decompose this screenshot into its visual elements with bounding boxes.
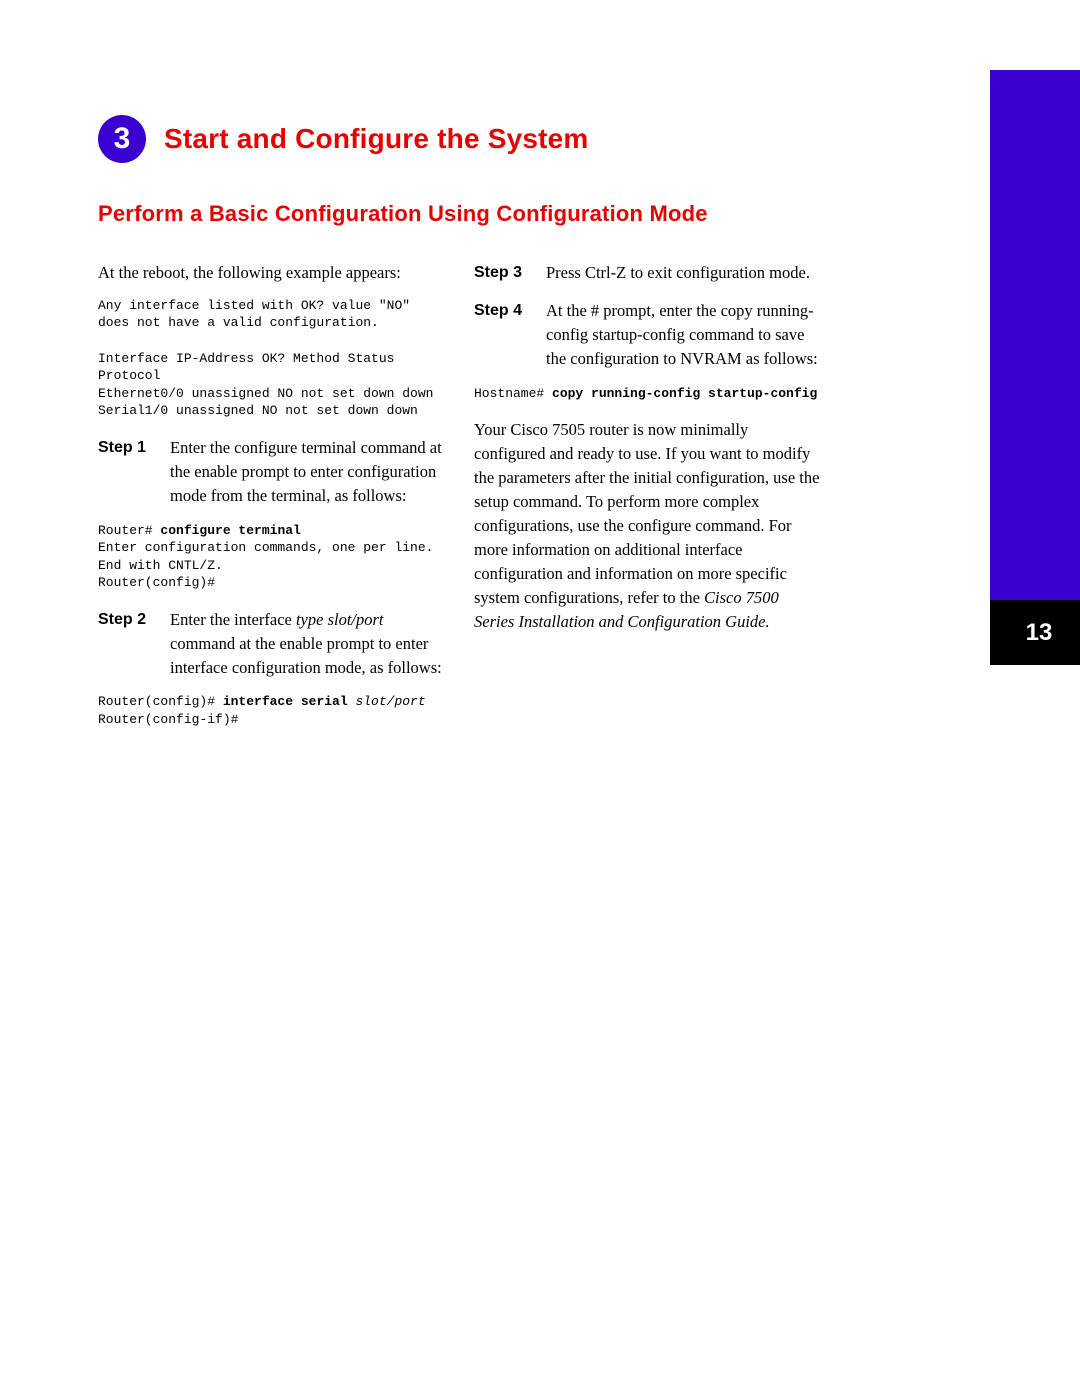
step-3: Step 3 Press Ctrl-Z to exit configuratio…	[474, 261, 820, 285]
chapter-number-badge: 3	[98, 115, 146, 163]
step-body: Enter the interface type slot/port comma…	[170, 608, 444, 680]
step-body: At the # prompt, enter the copy running-…	[546, 299, 820, 371]
step-body: Enter the configure terminal command at …	[170, 436, 444, 508]
step-body: Press Ctrl-Z to exit configuration mode.	[546, 261, 820, 285]
code-block-1: Any interface listed with OK? value "NO"…	[98, 297, 444, 420]
content-columns: At the reboot, the following example app…	[98, 261, 820, 745]
step-label: Step 1	[98, 436, 156, 508]
page-number: 13	[1026, 619, 1053, 647]
step-1: Step 1 Enter the configure terminal comm…	[98, 436, 444, 508]
sidebar-purple	[990, 70, 1080, 600]
code-prefix: Router#	[98, 523, 160, 538]
code-block-2: Router# configure terminal Enter configu…	[98, 522, 444, 592]
code-rest: Router(config-if)#	[98, 712, 238, 727]
chapter-title: Start and Configure the System	[164, 123, 589, 155]
right-column: Step 3 Press Ctrl-Z to exit configuratio…	[474, 261, 820, 745]
code-prefix: Router(config)#	[98, 694, 223, 709]
step-4: Step 4 At the # prompt, enter the copy r…	[474, 299, 820, 371]
code-prefix: Hostname#	[474, 386, 552, 401]
chapter-number: 3	[114, 122, 131, 156]
step-label: Step 2	[98, 608, 156, 680]
code-block-4: Hostname# copy running-config startup-co…	[474, 385, 820, 403]
intro-text: At the reboot, the following example app…	[98, 261, 444, 285]
code-italic: slot/port	[355, 694, 425, 709]
step-label: Step 4	[474, 299, 532, 371]
code-bold: interface serial	[223, 694, 356, 709]
code-bold: configure terminal	[160, 523, 300, 538]
chapter-heading: 3 Start and Configure the System	[98, 115, 820, 163]
page-content: 3 Start and Configure the System Perform…	[0, 0, 940, 745]
left-column: At the reboot, the following example app…	[98, 261, 444, 745]
step-label: Step 3	[474, 261, 532, 285]
code-block-3: Router(config)# interface serial slot/po…	[98, 693, 444, 728]
code-bold: copy running-config startup-config	[552, 386, 817, 401]
closing-paragraph: Your Cisco 7505 router is now minimally …	[474, 418, 820, 633]
page-number-tab: 13	[990, 600, 1080, 665]
step-2: Step 2 Enter the interface type slot/por…	[98, 608, 444, 680]
code-rest: Enter configuration commands, one per li…	[98, 540, 441, 590]
section-title: Perform a Basic Configuration Using Conf…	[98, 201, 820, 227]
